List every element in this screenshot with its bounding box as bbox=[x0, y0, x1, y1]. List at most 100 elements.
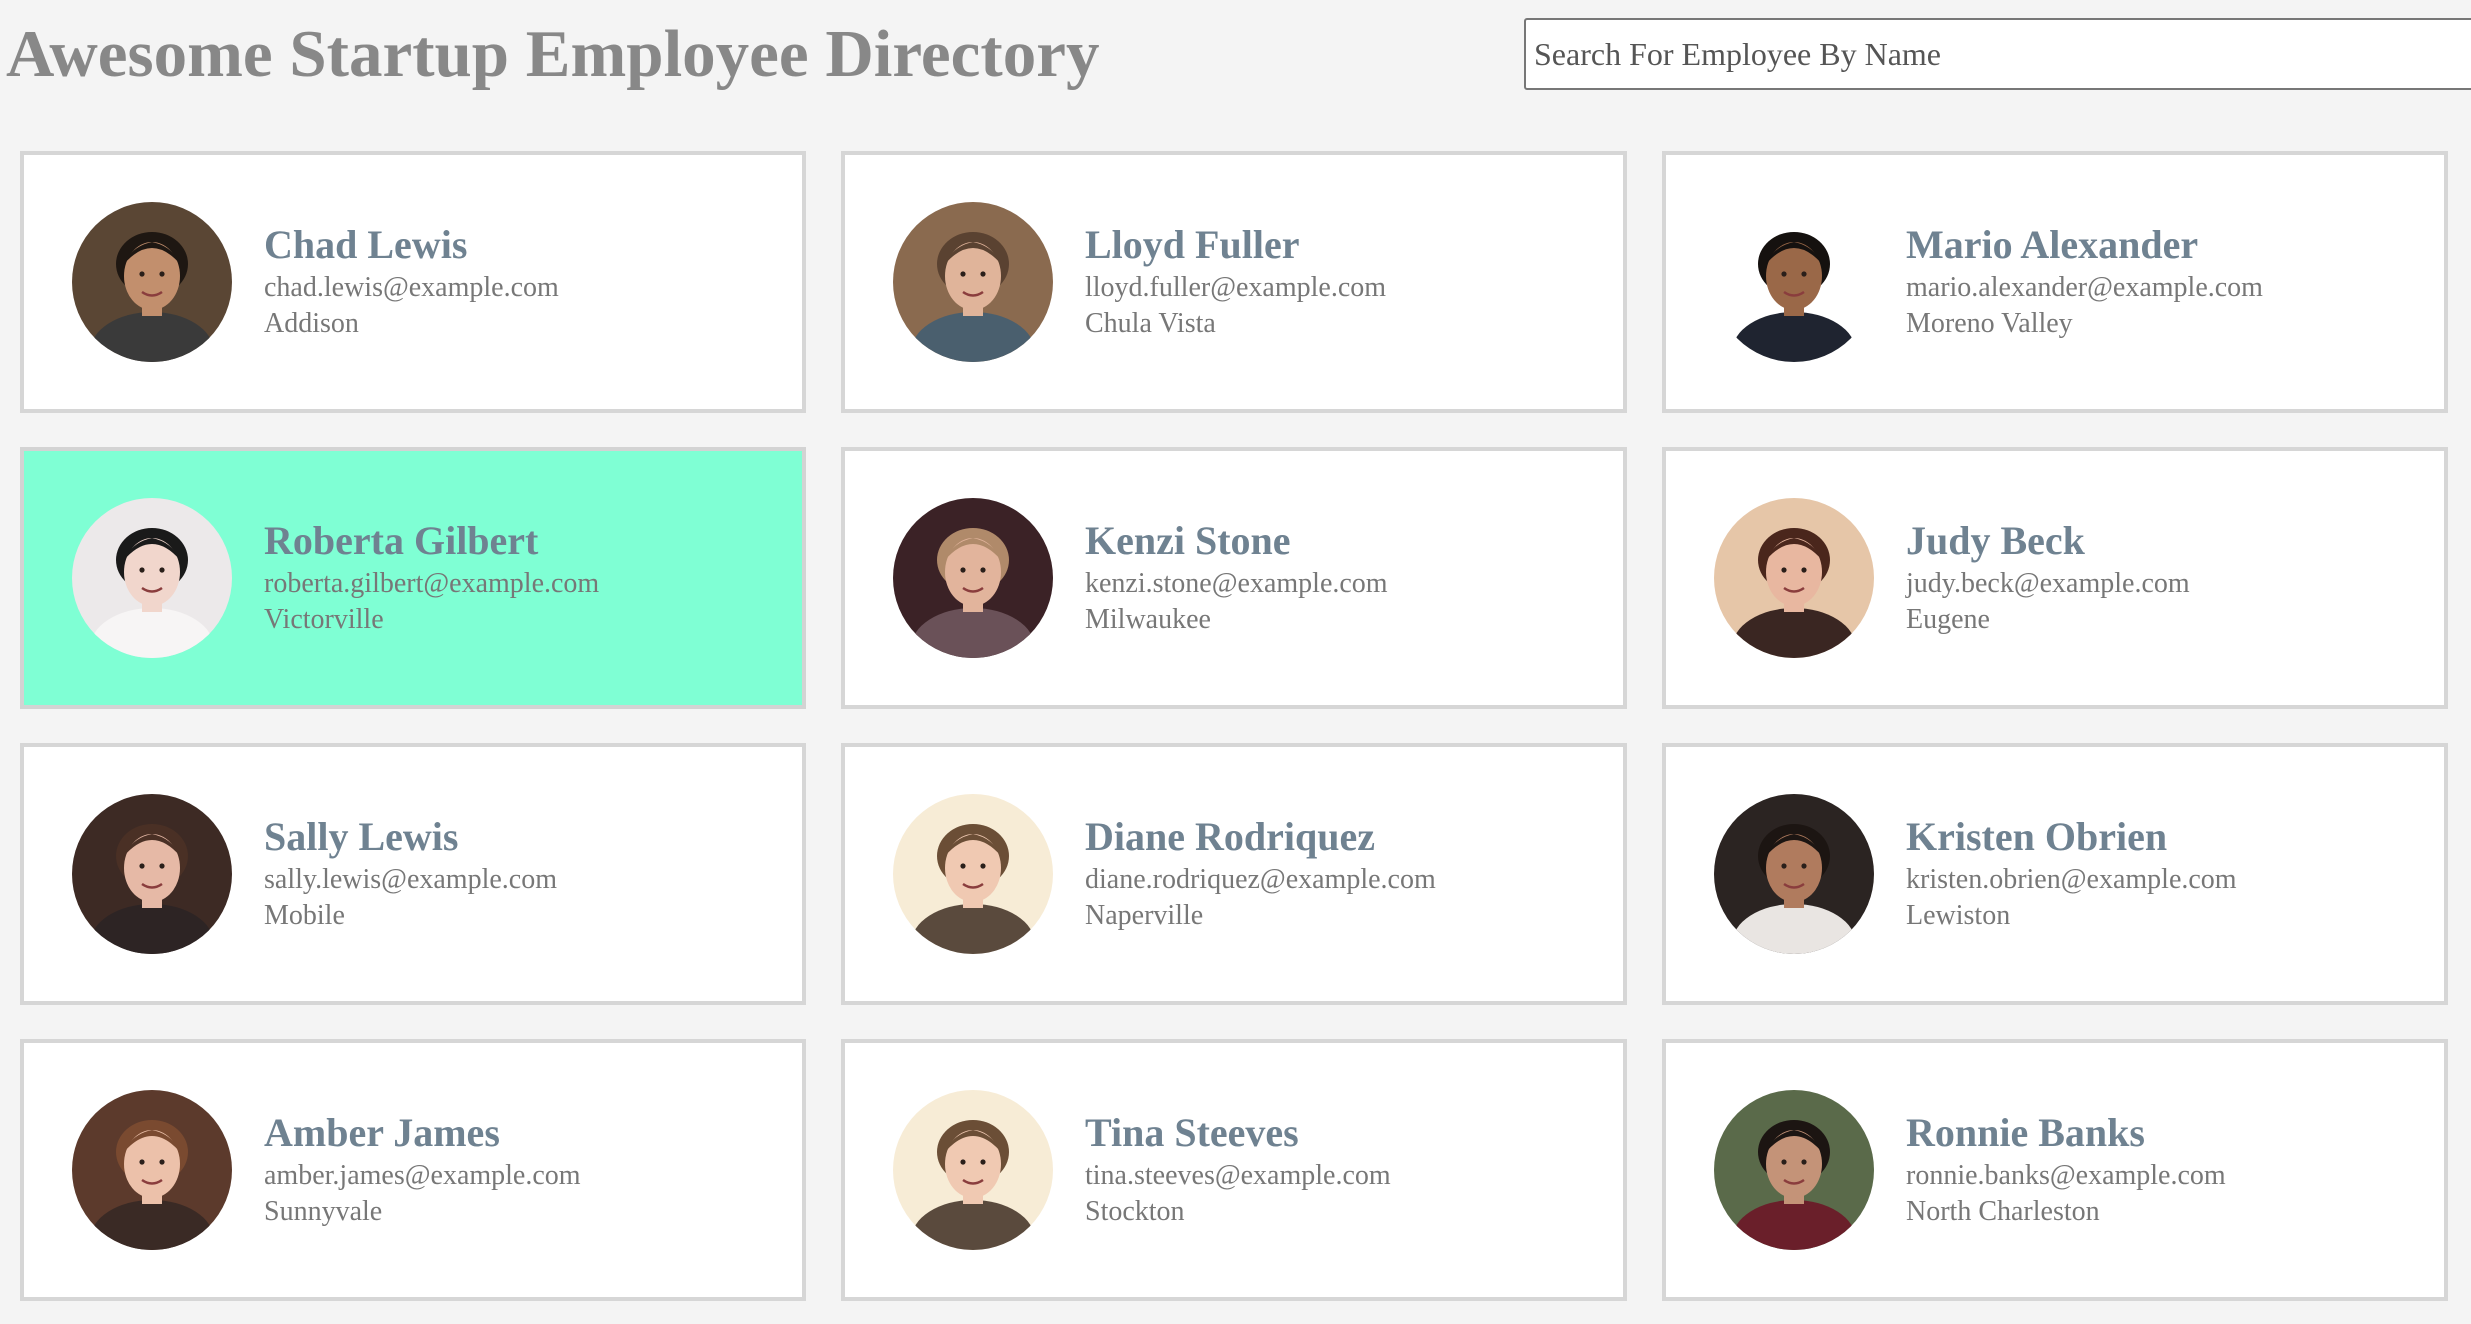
employee-email: roberta.gilbert@example.com bbox=[264, 568, 600, 599]
employee-city: Victorville bbox=[264, 604, 384, 635]
employee-email: ronnie.banks@example.com bbox=[1906, 1160, 2226, 1191]
portrait-eye bbox=[1801, 863, 1807, 869]
employee-email: amber.james@example.com bbox=[264, 1160, 581, 1191]
employee-card[interactable]: Mario Alexander mario.alexander@example.… bbox=[1662, 151, 2448, 413]
employee-card[interactable]: Roberta Gilbert roberta.gilbert@example.… bbox=[20, 447, 806, 709]
employee-name: Chad Lewis bbox=[264, 222, 468, 267]
employee-info: Chad Lewis chad.lewis@example.com Addiso… bbox=[264, 222, 559, 342]
portrait-eye bbox=[980, 1159, 986, 1165]
avatar bbox=[72, 498, 232, 658]
employee-email: chad.lewis@example.com bbox=[264, 272, 559, 303]
portrait-eye bbox=[960, 1159, 966, 1165]
portrait-eye bbox=[980, 567, 986, 573]
employee-name: Ronnie Banks bbox=[1906, 1110, 2145, 1155]
portrait-eye bbox=[1781, 567, 1787, 573]
portrait-eye bbox=[139, 863, 145, 869]
avatar bbox=[1714, 1090, 1874, 1250]
portrait-photo bbox=[1714, 498, 1874, 658]
employee-city: Lewiston bbox=[1906, 900, 2011, 931]
portrait-eye bbox=[980, 271, 986, 277]
employee-city: Stockton bbox=[1085, 1196, 1185, 1227]
employee-email: sally.lewis@example.com bbox=[264, 864, 558, 895]
employee-email: kristen.obrien@example.com bbox=[1906, 864, 2237, 895]
employee-name: Judy Beck bbox=[1906, 518, 2085, 563]
employee-city: Naperville bbox=[1085, 900, 1204, 931]
portrait-eye bbox=[960, 271, 966, 277]
employee-card[interactable]: Diane Rodriquez diane.rodriquez@example.… bbox=[841, 743, 1627, 1005]
employee-card[interactable]: Judy Beck judy.beck@example.com Eugene bbox=[1662, 447, 2448, 709]
employee-card[interactable]: Kristen Obrien kristen.obrien@example.co… bbox=[1662, 743, 2448, 1005]
employee-grid: Chad Lewis chad.lewis@example.com Addiso… bbox=[20, 151, 2471, 1301]
employee-info: Sally Lewis sally.lewis@example.com Mobi… bbox=[264, 814, 557, 934]
portrait-photo bbox=[893, 498, 1053, 658]
employee-info: Kenzi Stone kenzi.stone@example.com Milw… bbox=[1085, 518, 1388, 638]
employee-name: Kristen Obrien bbox=[1906, 814, 2168, 859]
portrait-eye bbox=[960, 567, 966, 573]
employee-card[interactable]: Kenzi Stone kenzi.stone@example.com Milw… bbox=[841, 447, 1627, 709]
portrait-eye bbox=[159, 863, 165, 869]
employee-email: diane.rodriquez@example.com bbox=[1085, 864, 1436, 895]
portrait-eye bbox=[1801, 1159, 1807, 1165]
portrait-photo bbox=[893, 1090, 1053, 1250]
portrait-eye bbox=[139, 1159, 145, 1165]
employee-info: Judy Beck judy.beck@example.com Eugene bbox=[1906, 518, 2190, 638]
avatar bbox=[1714, 498, 1874, 658]
employee-card[interactable]: Sally Lewis sally.lewis@example.com Mobi… bbox=[20, 743, 806, 1005]
employee-city: Milwaukee bbox=[1085, 604, 1211, 635]
avatar bbox=[72, 202, 232, 362]
portrait-photo bbox=[1714, 202, 1874, 362]
employee-name: Mario Alexander bbox=[1906, 222, 2199, 267]
portrait-eye bbox=[960, 863, 966, 869]
employee-city: Eugene bbox=[1906, 604, 1990, 635]
employee-email: tina.steeves@example.com bbox=[1085, 1160, 1391, 1191]
avatar bbox=[72, 1090, 232, 1250]
avatar bbox=[893, 794, 1053, 954]
portrait-eye bbox=[139, 567, 145, 573]
employee-city: North Charleston bbox=[1906, 1196, 2100, 1227]
page-title: Awesome Startup Employee Directory bbox=[6, 17, 1100, 91]
employee-city: Mobile bbox=[264, 900, 345, 931]
avatar bbox=[893, 1090, 1053, 1250]
employee-info: Kristen Obrien kristen.obrien@example.co… bbox=[1906, 814, 2237, 934]
avatar bbox=[893, 202, 1053, 362]
avatar bbox=[1714, 794, 1874, 954]
employee-card[interactable]: Chad Lewis chad.lewis@example.com Addiso… bbox=[20, 151, 806, 413]
employee-city: Addison bbox=[264, 308, 359, 339]
portrait-photo bbox=[72, 1090, 232, 1250]
avatar bbox=[1714, 202, 1874, 362]
portrait-photo bbox=[72, 498, 232, 658]
portrait-photo bbox=[1714, 794, 1874, 954]
avatar bbox=[893, 498, 1053, 658]
employee-card[interactable]: Amber James amber.james@example.com Sunn… bbox=[20, 1039, 806, 1301]
search-input[interactable] bbox=[1524, 18, 2471, 90]
employee-card[interactable]: Lloyd Fuller lloyd.fuller@example.com Ch… bbox=[841, 151, 1627, 413]
employee-name: Tina Steeves bbox=[1085, 1110, 1299, 1155]
employee-info: Tina Steeves tina.steeves@example.com St… bbox=[1085, 1110, 1391, 1230]
portrait-photo bbox=[72, 794, 232, 954]
employee-name: Roberta Gilbert bbox=[264, 518, 539, 563]
portrait-photo bbox=[1714, 1090, 1874, 1250]
portrait-eye bbox=[1781, 271, 1787, 277]
portrait-eye bbox=[980, 863, 986, 869]
employee-city: Sunnyvale bbox=[264, 1196, 383, 1227]
portrait-photo bbox=[72, 202, 232, 362]
portrait-photo bbox=[893, 794, 1053, 954]
employee-name: Amber James bbox=[264, 1110, 500, 1155]
employee-card[interactable]: Ronnie Banks ronnie.banks@example.com No… bbox=[1662, 1039, 2448, 1301]
employee-name: Lloyd Fuller bbox=[1085, 222, 1300, 267]
employee-name: Sally Lewis bbox=[264, 814, 459, 859]
employee-info: Amber James amber.james@example.com Sunn… bbox=[264, 1110, 581, 1230]
portrait-photo bbox=[893, 202, 1053, 362]
portrait-eye bbox=[1801, 567, 1807, 573]
employee-city: Chula Vista bbox=[1085, 308, 1216, 339]
employee-email: kenzi.stone@example.com bbox=[1085, 568, 1388, 599]
employee-card[interactable]: Tina Steeves tina.steeves@example.com St… bbox=[841, 1039, 1627, 1301]
employee-info: Roberta Gilbert roberta.gilbert@example.… bbox=[264, 518, 599, 638]
employee-email: judy.beck@example.com bbox=[1906, 568, 2190, 599]
employee-city: Moreno Valley bbox=[1906, 308, 2073, 339]
avatar bbox=[72, 794, 232, 954]
employee-email: lloyd.fuller@example.com bbox=[1085, 272, 1387, 303]
portrait-eye bbox=[159, 567, 165, 573]
portrait-eye bbox=[139, 271, 145, 277]
employee-name: Diane Rodriquez bbox=[1085, 814, 1375, 859]
